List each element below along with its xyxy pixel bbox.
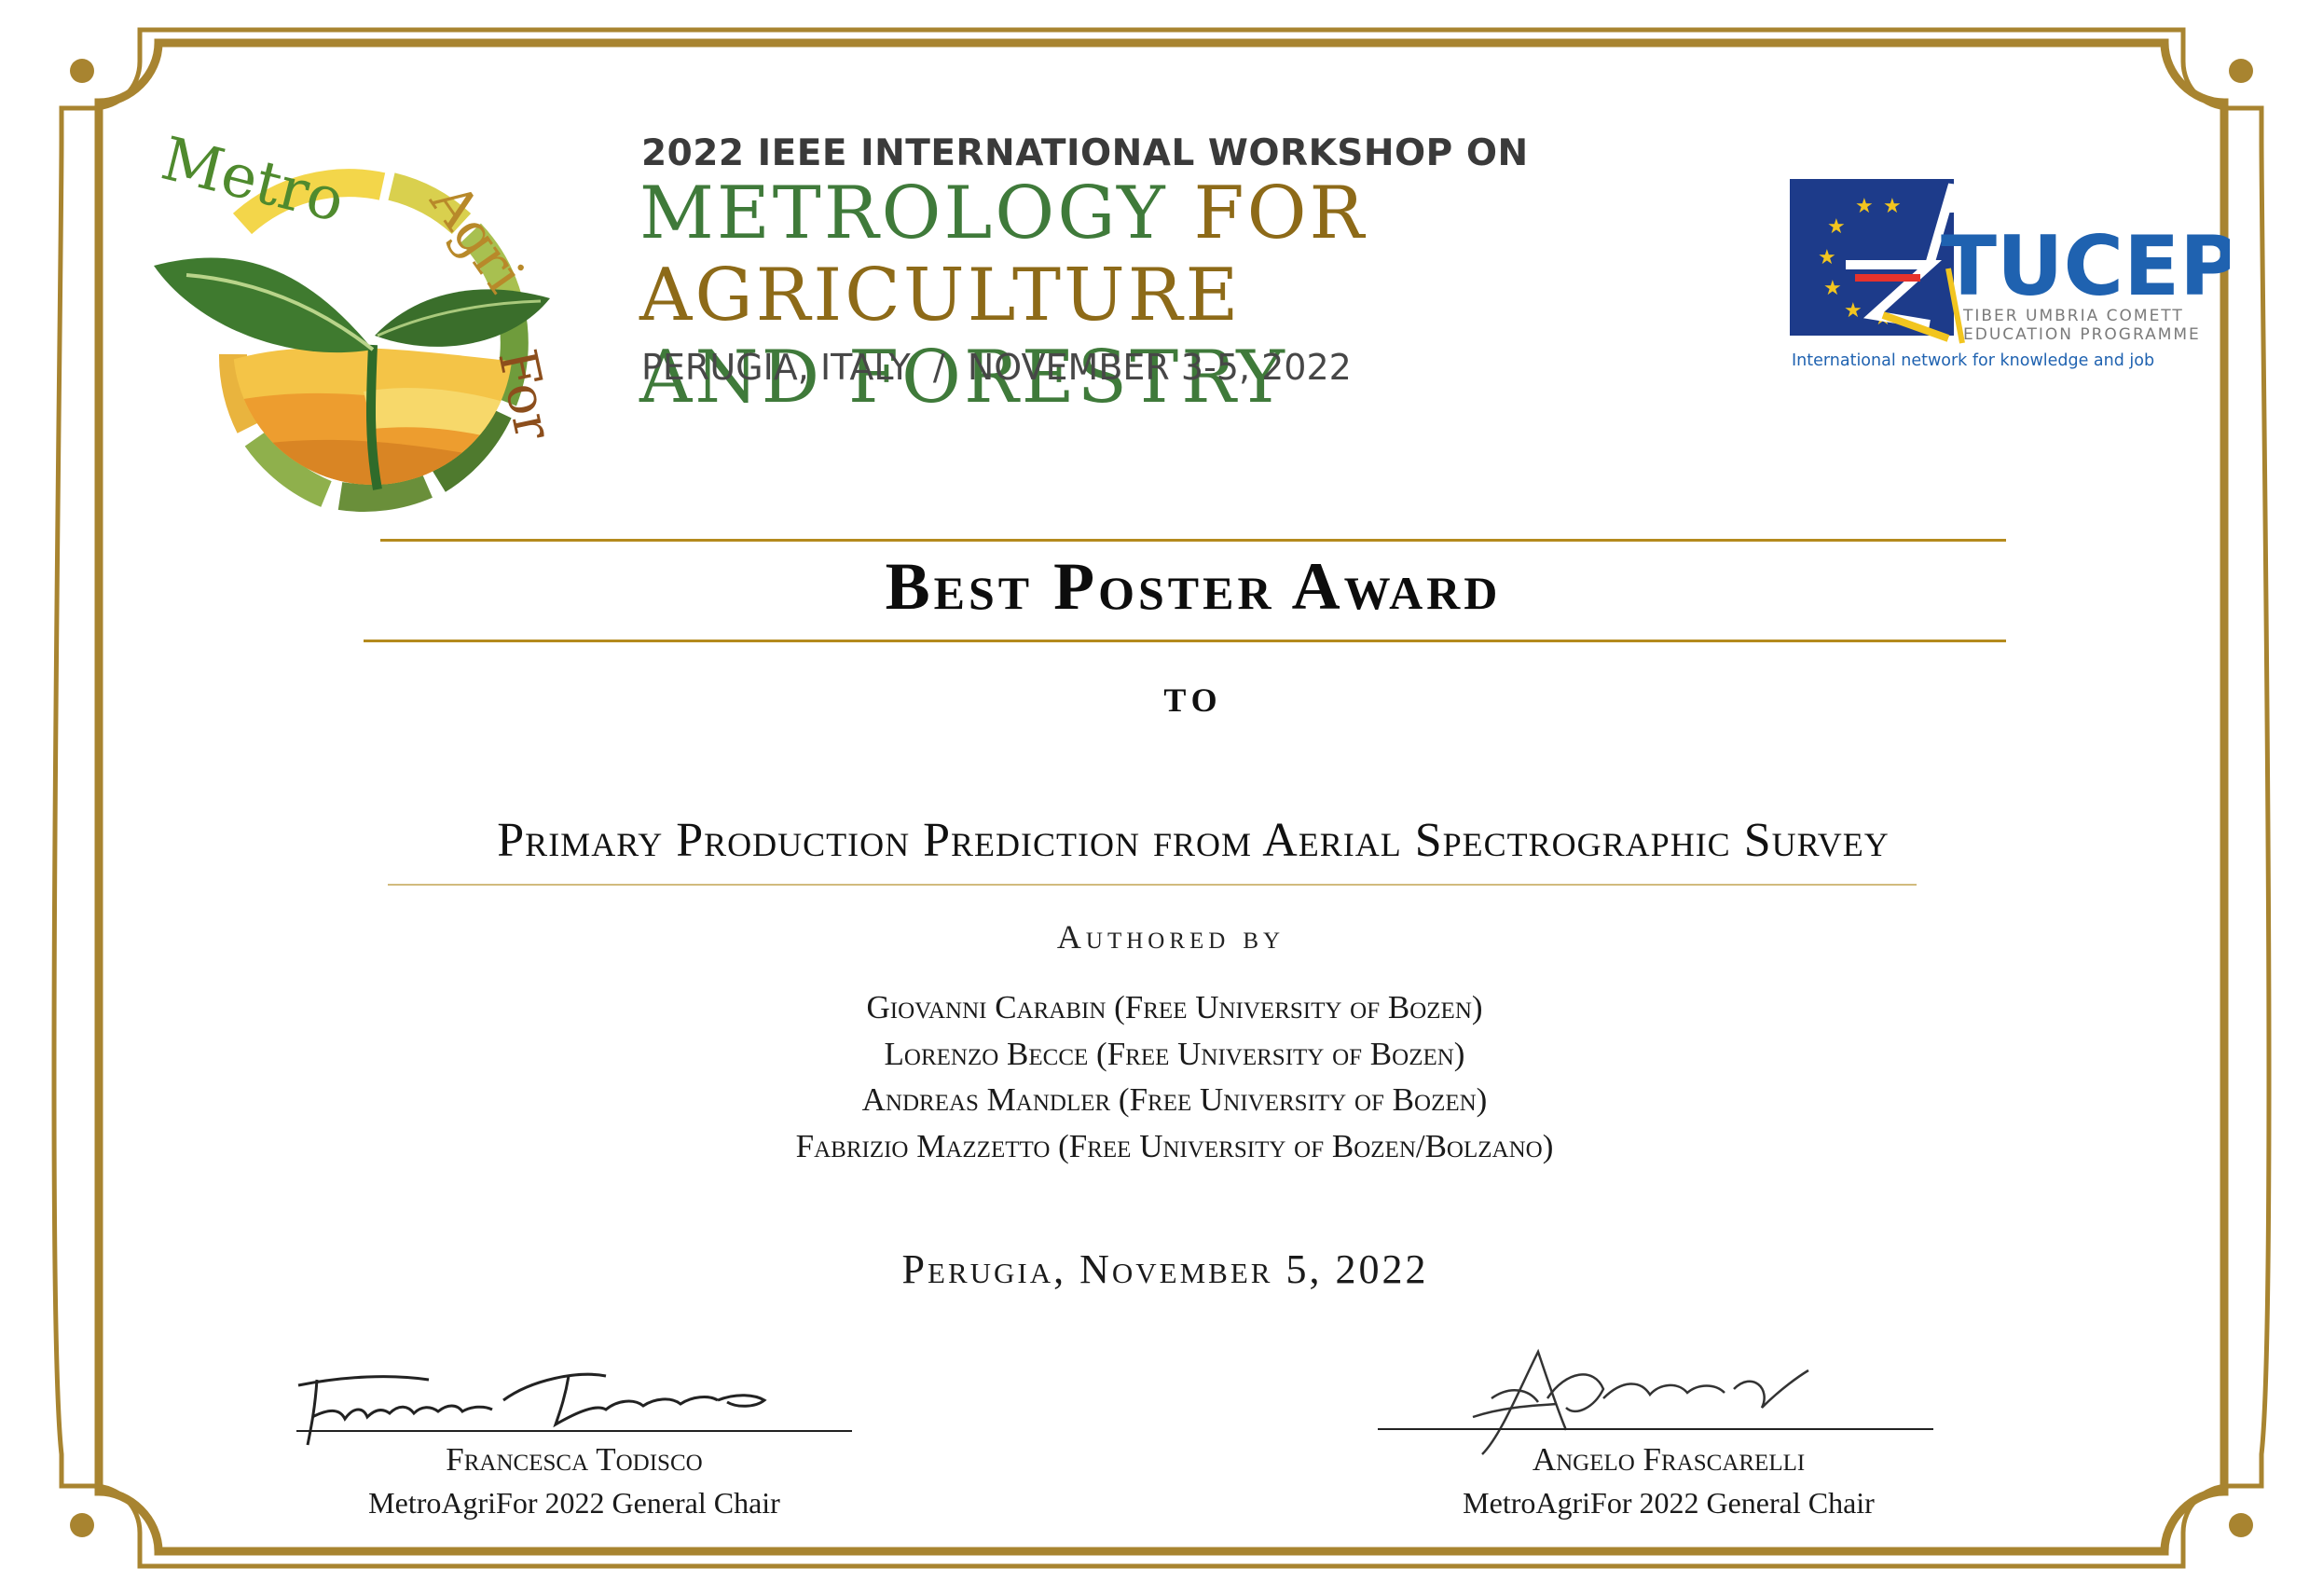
signature-line-1 bbox=[296, 1430, 852, 1432]
svg-text:★: ★ bbox=[1818, 245, 1836, 268]
tucep-line-1: TIBER UMBRIA COMETT bbox=[1962, 307, 2184, 325]
award-date: Perugia, November 5, 2022 bbox=[901, 1246, 1429, 1292]
svg-text:★: ★ bbox=[1855, 194, 1874, 217]
author-item: Fabrizio Mazzetto (Free University of Bo… bbox=[795, 1127, 1554, 1164]
signature-todisco bbox=[297, 1372, 767, 1446]
author-item: Lorenzo Becce (Free University of Bozen) bbox=[884, 1035, 1465, 1072]
author-item: Andreas Mandler (Free University of Boze… bbox=[861, 1081, 1488, 1118]
paper-title: Primary Production Prediction from Aeria… bbox=[497, 814, 1890, 867]
signatory-role-2: MetroAgriFor 2022 General Chair bbox=[1463, 1486, 1875, 1520]
signatory-name-2: Angelo Frascarelli bbox=[1532, 1441, 1806, 1478]
metroagrifor-logo: Metro Agri For bbox=[140, 112, 587, 522]
signatory-name-1: Francesca Todisco bbox=[446, 1441, 703, 1478]
title-part-1: METROLOGY bbox=[639, 172, 1194, 255]
tucep-name: TUCEP bbox=[1941, 218, 2230, 314]
tucep-line-2: EDUCATION PROGRAMME bbox=[1963, 325, 2201, 344]
to-label: TO bbox=[1163, 681, 1223, 719]
award-bottom-rule bbox=[364, 640, 2006, 642]
authored-by-label: Authored by bbox=[1056, 918, 1285, 956]
author-list: Giovanni Carabin (Free University of Boz… bbox=[0, 984, 2323, 1169]
svg-text:★: ★ bbox=[1883, 194, 1902, 217]
award-top-rule bbox=[380, 539, 2006, 542]
svg-text:★: ★ bbox=[1823, 276, 1842, 299]
signatory-role-1: MetroAgriFor 2022 General Chair bbox=[368, 1486, 780, 1520]
award-title: Best Poster Award bbox=[885, 549, 1502, 624]
tucep-tagline: International network for knowledge and … bbox=[1792, 351, 2154, 370]
tucep-logo: ★ ★ ★ ★ ★ ★ ★ TUCEP TIBER UMBRIA COMETT … bbox=[1790, 175, 2240, 382]
author-item: Giovanni Carabin (Free University of Boz… bbox=[866, 989, 1483, 1025]
location-date: PERUGIA, ITALY / NOVEMBER 3-5, 2022 bbox=[641, 347, 1352, 388]
paper-title-rule bbox=[388, 884, 1917, 886]
signature-line-2 bbox=[1378, 1428, 1933, 1430]
workshop-line: 2022 IEEE INTERNATIONAL WORKSHOP ON bbox=[641, 132, 1529, 174]
svg-text:★: ★ bbox=[1844, 298, 1863, 322]
svg-text:★: ★ bbox=[1827, 214, 1846, 238]
